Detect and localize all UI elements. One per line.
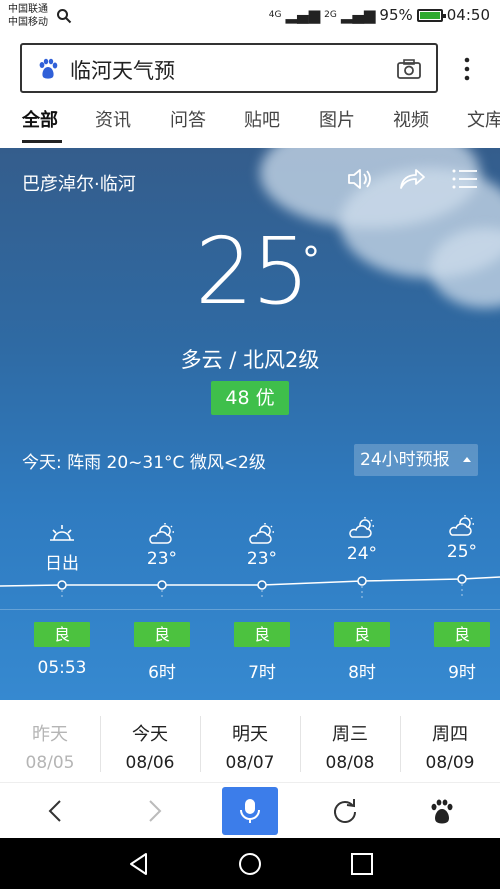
search-icon xyxy=(57,9,72,24)
day-date: 08/06 xyxy=(125,753,175,773)
day-name: 明天 xyxy=(232,724,268,745)
tab-videos[interactable]: 视频 xyxy=(393,106,429,132)
day-name: 昨天 xyxy=(32,724,68,745)
refresh-icon[interactable] xyxy=(331,797,359,825)
day-name: 周三 xyxy=(332,724,368,745)
nav-back-icon[interactable] xyxy=(126,851,152,877)
day-date: 08/09 xyxy=(425,753,475,773)
baidu-paw-icon xyxy=(39,58,58,79)
day-date: 08/08 xyxy=(325,753,375,773)
camera-icon[interactable] xyxy=(396,57,422,81)
temperature-trend-line xyxy=(0,574,500,598)
status-bar: 中国联通 中国移动 4G ▂▄▆ 2G ▂▄▆ 95% 04:50 xyxy=(0,0,500,34)
hour-time-label: 05:53 xyxy=(37,658,87,678)
day-name: 今天 xyxy=(132,724,168,745)
active-tab-indicator xyxy=(22,140,62,143)
voice-search-button[interactable] xyxy=(222,787,278,835)
tab-news[interactable]: 资讯 xyxy=(95,106,131,132)
location-label[interactable]: 巴彦淖尔·临河 xyxy=(22,170,136,196)
today-summary: 今天: 阵雨 20~31°C 微风<2级 xyxy=(22,453,266,473)
day-name: 周四 xyxy=(432,724,468,745)
hour-temp-label: 23° xyxy=(246,549,278,569)
air-quality-badge: 良 xyxy=(434,622,490,647)
current-temperature: 25 xyxy=(195,218,310,325)
signal-bars-icon: ▂▄▆ xyxy=(285,6,321,24)
day-date: 08/07 xyxy=(225,753,275,773)
air-quality-badge: 良 xyxy=(34,622,90,647)
menu-icon[interactable] xyxy=(451,166,479,192)
air-quality-badge: 良 xyxy=(334,622,390,647)
partly-cloudy-icon xyxy=(149,523,174,544)
share-icon[interactable] xyxy=(398,166,426,192)
hour-temp-label: 25° xyxy=(446,542,478,562)
system-nav-bar xyxy=(0,838,500,889)
nav-home-icon[interactable] xyxy=(237,851,263,877)
day-date: 08/05 xyxy=(25,753,75,773)
caret-up-icon xyxy=(463,457,471,462)
tab-images[interactable]: 图片 xyxy=(319,106,355,132)
more-options-icon[interactable] xyxy=(458,56,476,82)
tab-tieba[interactable]: 贴吧 xyxy=(244,106,280,132)
signal-2-label: 2G xyxy=(324,10,337,20)
microphone-icon xyxy=(240,799,260,823)
tab-qa[interactable]: 问答 xyxy=(170,106,206,132)
sunrise-icon xyxy=(50,525,74,541)
day-item-thursday[interactable]: 周四 08/09 xyxy=(400,700,500,782)
battery-percent: 95% xyxy=(379,6,413,24)
partly-cloudy-icon xyxy=(249,523,274,544)
hour-temp-label: 24° xyxy=(346,544,378,564)
browser-toolbar xyxy=(0,782,500,838)
carrier-2: 中国移动 xyxy=(8,17,48,28)
24h-forecast-button[interactable]: 24小时预报 xyxy=(354,444,478,476)
day-item-today[interactable]: 今天 08/06 xyxy=(100,700,200,782)
partly-cloudy-icon xyxy=(349,517,374,538)
search-tabs: 全部 资讯 问答 贴吧 图片 视频 文库 xyxy=(0,96,500,148)
hour-time-label: 7时 xyxy=(248,663,276,683)
search-query[interactable]: 临河天气预 xyxy=(70,55,175,85)
hour-temp-label: 23° xyxy=(146,549,178,569)
weather-condition: 多云 / 北风2级 xyxy=(180,348,320,372)
hour-time-label: 9时 xyxy=(448,663,476,683)
hour-time-label: 6时 xyxy=(148,663,176,683)
aqi-badge[interactable]: 48 优 xyxy=(211,381,289,415)
baidu-home-icon[interactable] xyxy=(428,797,456,825)
air-quality-badge: 良 xyxy=(234,622,290,647)
carrier-info: 中国联通 中国移动 xyxy=(8,3,48,29)
partly-cloudy-icon xyxy=(449,515,474,536)
forecast-button-label: 24小时预报 xyxy=(360,450,450,470)
weather-card: 巴彦淖尔·临河 25 ° 多云 / 北风2级 48 优 今天: 阵雨 20~31… xyxy=(0,148,500,700)
search-bar[interactable]: 临河天气预 xyxy=(20,43,438,93)
clock: 04:50 xyxy=(446,6,490,24)
battery-icon xyxy=(416,8,446,22)
degree-symbol: ° xyxy=(302,240,320,281)
nav-recents-icon[interactable] xyxy=(349,851,375,877)
day-item-tomorrow[interactable]: 明天 08/07 xyxy=(200,700,300,782)
signal-1-label: 4G xyxy=(268,10,282,20)
day-item-wednesday[interactable]: 周三 08/08 xyxy=(300,700,400,782)
tab-all[interactable]: 全部 xyxy=(22,106,58,132)
forward-icon[interactable] xyxy=(140,797,168,825)
hour-time-label: 8时 xyxy=(348,663,376,683)
divider xyxy=(0,609,500,610)
speaker-icon[interactable] xyxy=(346,166,374,192)
day-item-yesterday[interactable]: 昨天 08/05 xyxy=(0,700,100,782)
carrier-1: 中国联通 xyxy=(8,4,48,15)
air-quality-badge: 良 xyxy=(134,622,190,647)
tab-wenku[interactable]: 文库 xyxy=(467,106,500,132)
signal-bars-icon: ▂▄▆ xyxy=(340,6,376,24)
back-icon[interactable] xyxy=(42,797,70,825)
daily-forecast-strip: 昨天 08/05 今天 08/06 明天 08/07 周三 08/08 周四 0… xyxy=(0,700,500,782)
